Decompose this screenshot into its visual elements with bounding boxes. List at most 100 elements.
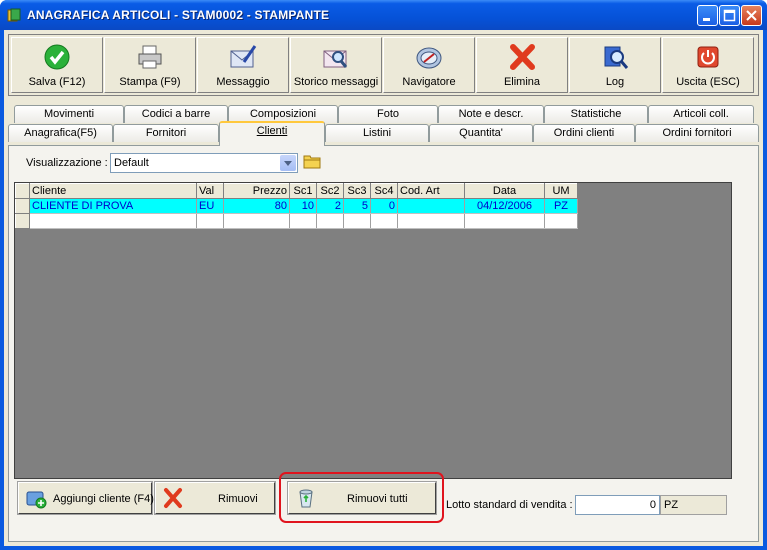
- col-header-val[interactable]: Val: [196, 183, 224, 199]
- folder-icon[interactable]: [302, 151, 322, 171]
- annotation-highlight: [279, 472, 444, 523]
- col-header-cliente[interactable]: Cliente: [29, 183, 197, 199]
- tab-codici-a-barre[interactable]: Codici a barre: [124, 105, 228, 123]
- save-label: Salva (F12): [28, 76, 86, 88]
- message-label: Messaggio: [216, 76, 270, 88]
- navigator-button[interactable]: Navigatore: [383, 37, 475, 93]
- tab-note-e-descr[interactable]: Note e descr.: [438, 105, 544, 123]
- row-indicator-header: [15, 183, 30, 199]
- print-label: Stampa (F9): [119, 76, 181, 88]
- power-icon: [697, 46, 719, 68]
- lotto-label: Lotto standard di vendita :: [446, 499, 573, 511]
- tab-movimenti[interactable]: Movimenti: [14, 105, 124, 123]
- clients-grid: Cliente Val Prezzo Sc1 Sc2 Sc3 Sc4 Cod. …: [15, 183, 578, 229]
- cell-cliente[interactable]: CLIENTE DI PROVA: [29, 198, 197, 214]
- cell-prezzo[interactable]: 80: [223, 198, 290, 214]
- view-select-value: Default: [114, 157, 149, 169]
- close-icon: [746, 10, 757, 21]
- minimize-icon: [703, 18, 710, 21]
- client-area: Salva (F12) Stampa (F9) Messaggio Storic…: [4, 30, 763, 546]
- cell-empty[interactable]: [29, 213, 197, 229]
- row-indicator[interactable]: [15, 213, 30, 229]
- cell-empty[interactable]: [223, 213, 290, 229]
- cell-data[interactable]: 04/12/2006: [464, 198, 545, 214]
- printer-icon: [138, 45, 162, 69]
- tab-listini[interactable]: Listini: [325, 124, 429, 142]
- envelope-search-icon: [323, 50, 348, 68]
- save-button[interactable]: Salva (F12): [11, 37, 103, 93]
- toolbar: Salva (F12) Stampa (F9) Messaggio Storic…: [8, 34, 759, 96]
- message-history-button[interactable]: Storico messaggi: [290, 37, 382, 93]
- app-icon: [7, 8, 21, 22]
- cell-val[interactable]: EU: [196, 198, 224, 214]
- tab-fornitori[interactable]: Fornitori: [113, 124, 219, 142]
- grid-header-row: Cliente Val Prezzo Sc1 Sc2 Sc3 Sc4 Cod. …: [15, 183, 578, 199]
- cell-sc3[interactable]: 5: [343, 198, 371, 214]
- maximize-button[interactable]: [719, 5, 740, 26]
- delete-button[interactable]: Elimina: [476, 37, 568, 93]
- cell-sc2[interactable]: 2: [316, 198, 344, 214]
- log-button[interactable]: Log: [569, 37, 661, 93]
- minimize-button[interactable]: [697, 5, 718, 26]
- col-header-data[interactable]: Data: [464, 183, 545, 199]
- red-x-icon: [510, 44, 535, 70]
- view-select[interactable]: Default: [110, 153, 298, 173]
- print-button[interactable]: Stampa (F9): [104, 37, 196, 93]
- remove-button[interactable]: Rimuovi: [154, 481, 276, 515]
- exit-button[interactable]: Uscita (ESC): [662, 37, 754, 93]
- delete-label: Elimina: [503, 76, 541, 88]
- tab-ordini-fornitori[interactable]: Ordini fornitori: [635, 124, 759, 142]
- tab-anagrafica[interactable]: Anagrafica(F5): [8, 124, 113, 142]
- maximize-icon: [723, 9, 736, 22]
- add-person-icon: [26, 491, 47, 509]
- red-x-icon: [164, 488, 182, 508]
- cell-empty[interactable]: [196, 213, 224, 229]
- message-button[interactable]: Messaggio: [197, 37, 289, 93]
- col-header-cod-art[interactable]: Cod. Art: [397, 183, 465, 199]
- cell-cod-art[interactable]: [397, 198, 465, 214]
- cell-empty[interactable]: [316, 213, 344, 229]
- tab-ordini-clienti[interactable]: Ordini clienti: [533, 124, 635, 142]
- col-header-sc4[interactable]: Sc4: [370, 183, 398, 199]
- cell-empty[interactable]: [464, 213, 545, 229]
- col-header-sc3[interactable]: Sc3: [343, 183, 371, 199]
- add-client-button[interactable]: Aggiungi cliente (F4): [17, 481, 154, 515]
- tab-articoli-coll[interactable]: Articoli coll.: [648, 105, 754, 123]
- col-header-prezzo[interactable]: Prezzo: [223, 183, 290, 199]
- table-row[interactable]: CLIENTE DI PROVA EU 80 10 2 5 0 04/12/20…: [15, 198, 578, 214]
- cell-empty[interactable]: [544, 213, 578, 229]
- message-history-label: Storico messaggi: [293, 76, 379, 88]
- book-search-icon: [604, 46, 629, 69]
- cell-sc4[interactable]: 0: [370, 198, 398, 214]
- cell-sc1[interactable]: 10: [289, 198, 317, 214]
- lotto-input[interactable]: 0: [575, 495, 660, 515]
- navigator-label: Navigatore: [402, 76, 456, 88]
- compass-icon: [416, 47, 442, 69]
- title-bar[interactable]: ANAGRAFICA ARTICOLI - STAM0002 - STAMPAN…: [0, 0, 767, 30]
- cell-empty[interactable]: [343, 213, 371, 229]
- window-title: ANAGRAFICA ARTICOLI - STAM0002 - STAMPAN…: [27, 8, 330, 22]
- row-indicator[interactable]: [15, 198, 30, 214]
- col-header-um[interactable]: UM: [544, 183, 578, 199]
- add-client-label: Aggiungi cliente (F4): [53, 493, 154, 505]
- tab-clienti[interactable]: Clienti: [219, 121, 325, 146]
- chevron-down-icon[interactable]: [280, 155, 296, 171]
- envelope-pen-icon: [230, 45, 257, 68]
- table-row-new[interactable]: [15, 213, 578, 229]
- tab-foto[interactable]: Foto: [338, 105, 438, 123]
- tab-quantita[interactable]: Quantita': [429, 124, 533, 142]
- log-label: Log: [605, 76, 625, 88]
- view-label: Visualizzazione :: [26, 157, 108, 169]
- lotto-um: PZ: [660, 495, 727, 515]
- exit-label: Uscita (ESC): [676, 76, 740, 88]
- tab-statistiche[interactable]: Statistiche: [544, 105, 648, 123]
- check-icon: [44, 44, 70, 70]
- cell-um[interactable]: PZ: [544, 198, 578, 214]
- col-header-sc2[interactable]: Sc2: [316, 183, 344, 199]
- cell-empty[interactable]: [370, 213, 398, 229]
- cell-empty[interactable]: [289, 213, 317, 229]
- col-header-sc1[interactable]: Sc1: [289, 183, 317, 199]
- cell-empty[interactable]: [397, 213, 465, 229]
- close-button[interactable]: [741, 5, 762, 26]
- app-window: ANAGRAFICA ARTICOLI - STAM0002 - STAMPAN…: [0, 0, 767, 550]
